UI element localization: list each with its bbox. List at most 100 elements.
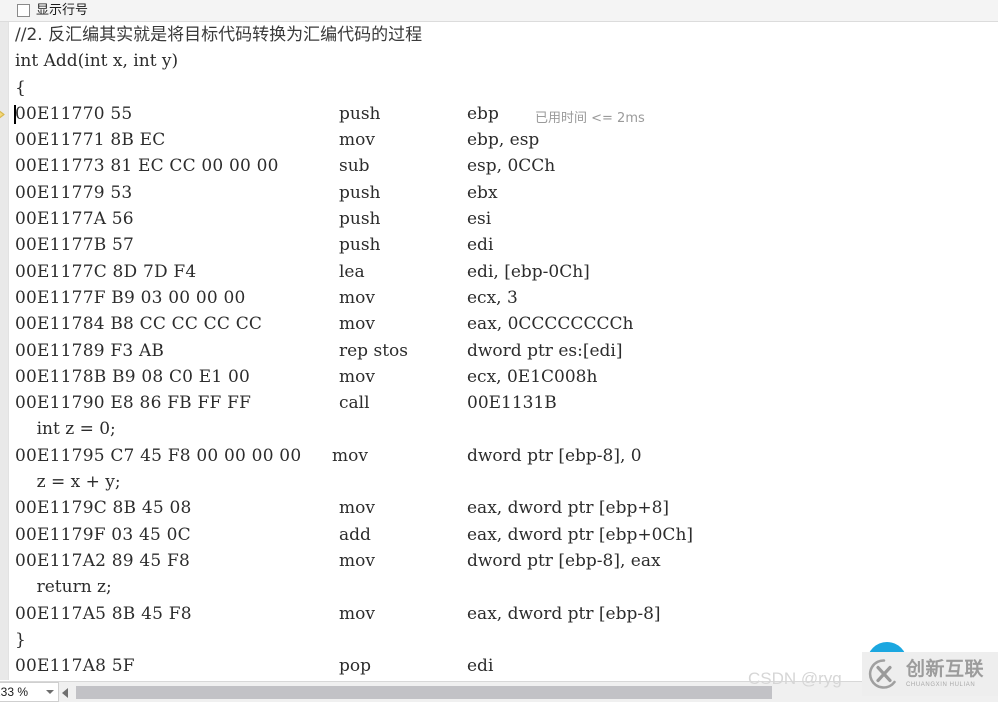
instruction-operands: 00E1131B	[467, 393, 557, 414]
instruction-mnemonic: push	[339, 182, 381, 203]
show-line-numbers-checkbox[interactable]: 显示行号	[17, 4, 88, 17]
instruction-operands: esp, 0CCh	[467, 156, 556, 177]
instruction-mnemonic: mov	[339, 314, 375, 335]
circled-x-logo-icon	[868, 659, 896, 689]
disassembly-line[interactable]: 00E1179F 03 45 0C add eax, dword ptr [ebp+…	[0, 522, 998, 548]
instruction-address-bytes: 00E11770 55	[15, 103, 133, 124]
instruction-address-bytes: 00E1178B B9 08 C0 E1 00	[15, 366, 251, 387]
instruction-operands: eax, 0CCCCCCCCh	[467, 314, 634, 335]
instruction-operands: dword ptr [ebp-8], eax	[467, 550, 661, 571]
instruction-mnemonic: mov	[339, 366, 375, 387]
source-statement-text: }	[15, 629, 26, 650]
disassembly-line[interactable]: 00E11770 55 push ebp	[0, 101, 998, 127]
perf-tip-elapsed-time: 已用时间 <= 2ms	[535, 110, 645, 126]
instruction-mnemonic: call	[339, 393, 370, 414]
disassembly-line[interactable]: 00E11773 81 EC CC 00 00 00 sub esp, 0CCh	[0, 153, 998, 179]
source-code-line[interactable]: //2. 反汇编其实就是将目标代码转换为汇编代码的过程	[0, 22, 998, 48]
instruction-mnemonic: add	[339, 524, 371, 545]
instruction-address-bytes: 00E1177C 8D 7D F4	[15, 261, 197, 282]
instruction-address-bytes: 00E1177F B9 03 00 00 00	[15, 287, 246, 308]
instruction-mnemonic: rep stos	[339, 340, 408, 361]
instruction-address-bytes: 00E117A2 89 45 F8	[15, 550, 191, 571]
disassembly-line[interactable]: 00E117A5 8B 45 F8 mov eax, dword ptr [ebp-…	[0, 601, 998, 627]
logo-chinese-name: 创新互联	[906, 658, 985, 680]
instruction-operands: ebp	[467, 103, 499, 124]
instruction-address-bytes: 00E11773 81 EC CC 00 00 00	[15, 156, 279, 177]
instruction-operands: dword ptr [ebp-8], 0	[467, 445, 642, 466]
disassembly-line[interactable]: 00E11790 E8 86 FB FF FF call 00E1131B	[0, 390, 998, 416]
disassembly-line[interactable]: 00E1177F B9 03 00 00 00 mov ecx, 3	[0, 285, 998, 311]
instruction-mnemonic: lea	[339, 261, 365, 282]
instruction-operands: ecx, 0E1C008h	[467, 366, 598, 387]
source-comment-text: //2. 反汇编其实就是将目标代码转换为汇编代码的过程	[15, 25, 423, 45]
scroll-left-arrow-icon[interactable]	[62, 687, 68, 698]
disassembly-line[interactable]: 00E11795 C7 45 F8 00 00 00 00 mov dword pt…	[0, 443, 998, 469]
instruction-mnemonic: push	[339, 103, 381, 124]
instruction-mnemonic: push	[339, 209, 381, 230]
instruction-address-bytes: 00E117A8 5F	[15, 656, 135, 677]
instruction-operands: ebx	[467, 182, 498, 203]
source-code-line[interactable]: }	[0, 627, 998, 653]
text-caret	[14, 104, 16, 124]
logo-text-block: 创新互联 CHUANGXIN HULIAN	[906, 658, 985, 689]
disassembly-line[interactable]: 00E11771 8B EC mov ebp, esp	[0, 127, 998, 153]
instruction-operands: edi	[467, 656, 494, 677]
horizontal-scrollbar[interactable]	[60, 683, 998, 702]
instruction-mnemonic: sub	[339, 156, 370, 177]
instruction-operands: dword ptr es:[edi]	[467, 340, 623, 361]
disassembly-line[interactable]: 00E1177B 57 push edi	[0, 232, 998, 258]
source-code-line[interactable]: {	[0, 75, 998, 101]
chevron-down-icon[interactable]	[46, 690, 54, 694]
instruction-address-bytes: 00E11784 B8 CC CC CC CC	[15, 314, 263, 335]
chuangxin-hulian-logo: 创新互联 CHUANGXIN HULIAN	[862, 652, 998, 696]
disassembly-line[interactable]: 00E1179C 8B 45 08 mov eax, dword ptr [ebp+…	[0, 495, 998, 521]
disassembly-view[interactable]: //2. 反汇编其实就是将目标代码转换为汇编代码的过程 int Add(int x…	[0, 22, 998, 680]
instruction-mnemonic: mov	[339, 603, 375, 624]
instruction-address-bytes: 00E11789 F3 AB	[15, 340, 165, 361]
scrollbar-thumb[interactable]	[76, 686, 772, 699]
instruction-address-bytes: 00E11790 E8 86 FB FF FF	[15, 393, 252, 414]
instruction-mnemonic: mov	[339, 550, 375, 571]
instruction-address-bytes: 00E1177A 56	[15, 209, 134, 230]
instruction-operands: eax, dword ptr [ebp+0Ch]	[467, 524, 694, 545]
zoom-level-value: 133 %	[0, 685, 29, 699]
disassembly-line[interactable]: 00E1178B B9 08 C0 E1 00 mov ecx, 0E1C008h	[0, 364, 998, 390]
instruction-address-bytes: 00E1179F 03 45 0C	[15, 524, 191, 545]
checkbox-box[interactable]	[17, 4, 30, 17]
csdn-watermark: CSDN @ryg	[748, 669, 842, 688]
disassembly-line[interactable]: 00E117A8 5F pop edi	[0, 653, 998, 679]
instruction-mnemonic: mov	[339, 130, 375, 151]
instruction-mnemonic: mov	[339, 287, 375, 308]
disassembly-line[interactable]: 00E11789 F3 AB rep stos dword ptr es:[edi]	[0, 338, 998, 364]
instruction-mnemonic: mov	[332, 445, 368, 466]
instruction-operands: edi, [ebp-0Ch]	[467, 261, 590, 282]
instruction-operands: ecx, 3	[467, 287, 518, 308]
instruction-address-bytes: 00E1177B 57	[15, 235, 135, 256]
disassembly-line[interactable]: 00E11779 53 push ebx	[0, 180, 998, 206]
source-code-line[interactable]: int Add(int x, int y)	[0, 48, 998, 74]
instruction-address-bytes: 00E11795 C7 45 F8 00 00 00 00	[15, 445, 302, 466]
source-code-line[interactable]: int z = 0;	[0, 416, 998, 442]
source-statement-text: int Add(int x, int y)	[15, 51, 179, 72]
source-code-line[interactable]: return z;	[0, 574, 998, 600]
zoom-level-dropdown[interactable]: 133 %	[0, 682, 59, 702]
disassembly-line[interactable]: 00E1177C 8D 7D F4 lea edi, [ebp-0Ch]	[0, 259, 998, 285]
instruction-mnemonic: pop	[339, 656, 371, 677]
instruction-operands: edi	[467, 235, 494, 256]
logo-pinyin-name: CHUANGXIN HULIAN	[906, 682, 976, 688]
source-code-line[interactable]: z = x + y;	[0, 469, 998, 495]
source-statement-text: {	[15, 77, 26, 98]
source-statement-text: z = x + y;	[15, 472, 121, 493]
instruction-address-bytes: 00E1179C 8B 45 08	[15, 498, 192, 519]
code-lines[interactable]: //2. 反汇编其实就是将目标代码转换为汇编代码的过程 int Add(int x…	[0, 22, 998, 680]
disassembly-line[interactable]: 00E11784 B8 CC CC CC CC mov eax, 0CCCCCCCC…	[0, 311, 998, 337]
instruction-operands: eax, dword ptr [ebp-8]	[467, 603, 661, 624]
disassembly-line[interactable]: 00E117A2 89 45 F8 mov dword ptr [ebp-8], e…	[0, 548, 998, 574]
disassembly-line[interactable]: 00E1177A 56 push esi	[0, 206, 998, 232]
instruction-address-bytes: 00E11779 53	[15, 182, 133, 203]
status-bar: 133 %	[0, 681, 998, 702]
show-line-numbers-label: 显示行号	[36, 3, 89, 18]
instruction-mnemonic: push	[339, 235, 381, 256]
instruction-mnemonic: mov	[339, 498, 375, 519]
source-statement-text: int z = 0;	[15, 419, 116, 440]
